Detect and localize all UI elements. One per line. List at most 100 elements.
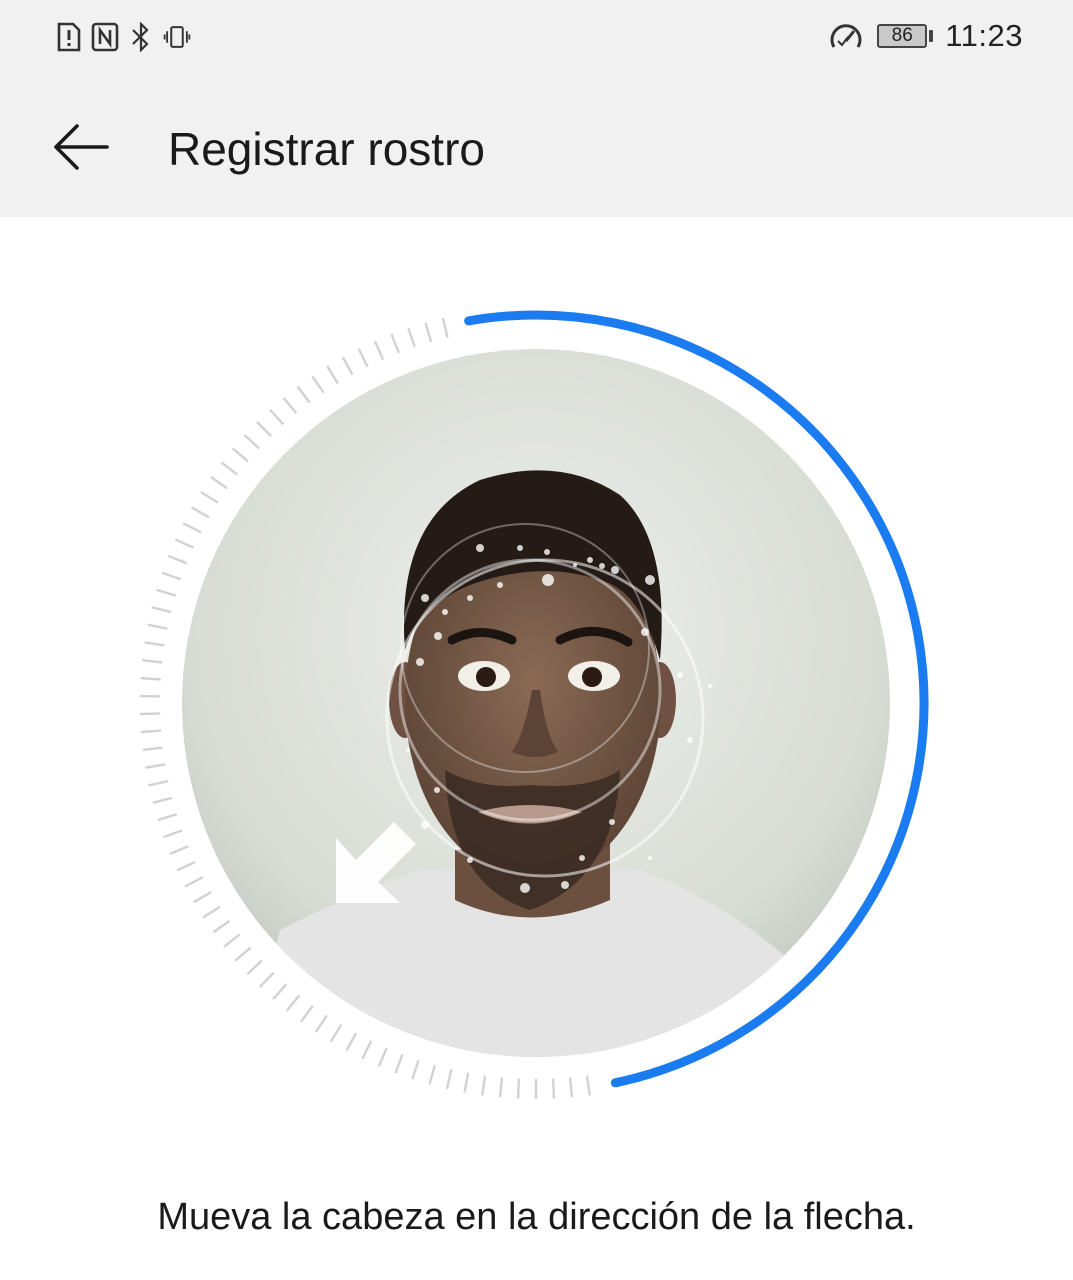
progress-tick bbox=[145, 763, 166, 769]
progress-tick bbox=[140, 729, 162, 734]
sparkle-dot bbox=[476, 544, 484, 552]
battery-indicator: 86 bbox=[877, 24, 934, 48]
progress-tick bbox=[210, 476, 228, 490]
sparkle-dot bbox=[421, 594, 429, 602]
progress-tick bbox=[407, 327, 416, 348]
sparkle-dot bbox=[434, 632, 442, 640]
progress-tick bbox=[551, 1078, 556, 1099]
progress-tick bbox=[142, 746, 163, 752]
progress-tick bbox=[142, 659, 163, 664]
progress-tick bbox=[193, 891, 212, 904]
vibrate-icon bbox=[163, 20, 191, 54]
sparkle-dot bbox=[467, 595, 473, 601]
sparkle-dot bbox=[708, 684, 712, 688]
progress-tick bbox=[163, 829, 183, 839]
sparkle-dot bbox=[434, 787, 440, 793]
sparkle-dot bbox=[609, 819, 615, 825]
progress-tick bbox=[424, 322, 433, 343]
progress-tick bbox=[174, 538, 195, 549]
camera-preview bbox=[182, 349, 890, 1057]
nfc-icon bbox=[91, 20, 119, 54]
progress-tick bbox=[202, 905, 221, 919]
progress-tick bbox=[314, 1014, 328, 1033]
progress-tick bbox=[246, 959, 263, 975]
progress-tick bbox=[200, 490, 219, 504]
battery-level: 86 bbox=[877, 24, 928, 48]
progress-tick bbox=[176, 860, 196, 872]
progress-tick bbox=[223, 933, 241, 948]
progress-tick bbox=[300, 1004, 314, 1023]
sparkle-dot bbox=[497, 582, 503, 588]
progress-tick bbox=[269, 408, 285, 426]
progress-tick bbox=[157, 813, 178, 822]
progress-tick bbox=[345, 1032, 358, 1052]
progress-tick bbox=[377, 1047, 388, 1067]
progress-tick bbox=[140, 676, 161, 681]
sparkle-dot bbox=[442, 609, 448, 615]
page-title: Registrar rostro bbox=[168, 123, 485, 175]
progress-tick bbox=[285, 994, 301, 1012]
progress-tick bbox=[148, 780, 169, 787]
sparkle-dot bbox=[542, 574, 554, 586]
sparkle-dot bbox=[611, 566, 619, 574]
progress-tick bbox=[182, 522, 202, 534]
sparkle-dot bbox=[648, 856, 652, 860]
progress-tick bbox=[329, 1023, 343, 1043]
progress-tick bbox=[357, 348, 369, 368]
progress-tick bbox=[184, 876, 204, 888]
progress-tick bbox=[259, 971, 275, 988]
back-button[interactable] bbox=[45, 113, 117, 185]
progress-tick bbox=[390, 333, 400, 354]
progress-tick bbox=[151, 606, 172, 614]
progress-tick bbox=[282, 397, 298, 415]
sparkle-dot bbox=[599, 563, 605, 569]
progress-tick bbox=[463, 1072, 470, 1093]
sparkle-dot bbox=[421, 821, 429, 829]
progress-tick bbox=[516, 1078, 521, 1099]
progress-tick bbox=[445, 1069, 453, 1090]
sparkle-dot bbox=[561, 881, 569, 889]
sparkle-dot bbox=[416, 658, 424, 666]
sparkle-dot bbox=[406, 748, 410, 752]
progress-tick bbox=[161, 571, 182, 581]
sim-alert-icon bbox=[55, 20, 83, 54]
sparkle-dot bbox=[687, 737, 693, 743]
progress-tick bbox=[341, 356, 354, 376]
sparkle-dot bbox=[544, 549, 550, 555]
app-bar: Registrar rostro bbox=[0, 80, 1073, 217]
status-icons-left bbox=[55, 20, 191, 54]
progress-tick bbox=[498, 1077, 504, 1098]
sparkle-dot bbox=[579, 855, 585, 861]
sparkle-dot bbox=[587, 557, 593, 563]
progress-tick bbox=[231, 447, 249, 463]
sparkle-dot bbox=[517, 545, 523, 551]
progress-tick bbox=[373, 340, 385, 360]
progress-tick bbox=[272, 983, 288, 1000]
scanner-canvas bbox=[140, 310, 929, 1099]
progress-tick bbox=[147, 623, 168, 630]
progress-tick bbox=[428, 1064, 437, 1085]
progress-tick bbox=[256, 421, 272, 438]
battery-tip bbox=[929, 30, 934, 42]
sparkle-dot bbox=[641, 628, 649, 636]
progress-tick bbox=[326, 365, 339, 385]
progress-tick bbox=[243, 434, 261, 450]
progress-tick bbox=[411, 1059, 420, 1080]
progress-tick bbox=[212, 919, 231, 934]
progress-tick bbox=[481, 1075, 487, 1096]
progress-tick bbox=[156, 588, 177, 597]
sparkle-dot bbox=[520, 883, 530, 893]
progress-tick bbox=[144, 641, 165, 647]
instruction-text: Mueva la cabeza en la dirección de la fl… bbox=[157, 1196, 916, 1238]
progress-tick bbox=[361, 1040, 373, 1060]
progress-tick bbox=[167, 554, 188, 565]
sparkle-dot bbox=[573, 563, 577, 567]
sparkle-dot bbox=[467, 857, 473, 863]
progress-tick bbox=[441, 317, 449, 338]
progress-tick bbox=[585, 1075, 591, 1096]
progress-tick bbox=[394, 1054, 404, 1074]
face-scanner bbox=[0, 217, 1073, 1177]
progress-tick bbox=[296, 386, 311, 404]
progress-tick bbox=[169, 845, 189, 856]
status-icons-right: 86 11:23 bbox=[827, 18, 1023, 54]
